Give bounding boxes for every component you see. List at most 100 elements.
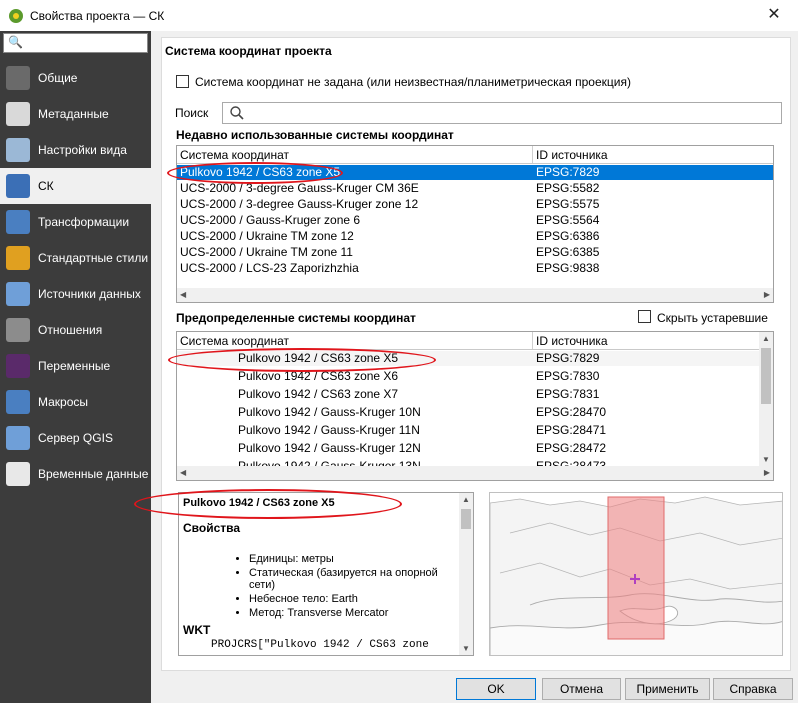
crs-id-cell: EPSG:7830 <box>536 369 600 383</box>
help-button[interactable]: Справка <box>713 678 793 700</box>
table-row[interactable]: UCS-2000 / LCS-23 Zaporizhzhia EPSG:9838 <box>177 261 773 276</box>
globe-icon <box>6 174 30 198</box>
annotation-oval <box>167 162 343 184</box>
sidebar-item-label: Источники данных <box>38 287 141 301</box>
recent-crs-title: Недавно использованные системы координат <box>176 128 454 142</box>
crs-id-cell: EPSG:9838 <box>536 261 600 275</box>
crs-id-cell: EPSG:6386 <box>536 229 600 243</box>
sidebar-search-input[interactable]: 🔍 <box>3 33 148 53</box>
table-row[interactable]: UCS-2000 / Gauss-Kruger zone 6 EPSG:5564 <box>177 213 773 228</box>
scroll-down-icon[interactable]: ▼ <box>762 455 770 464</box>
table-row[interactable]: UCS-2000 / 3-degree Gauss-Kruger zone 12… <box>177 197 773 212</box>
crs-id-cell: EPSG:7829 <box>536 165 600 179</box>
sidebar-item-label: Сервер QGIS <box>38 431 113 445</box>
scroll-thumb[interactable] <box>761 348 771 404</box>
crs-panel: Система координат проекта Система коорди… <box>134 37 791 671</box>
table-row[interactable]: Pulkovo 1942 / Gauss-Kruger 12N EPSG:2847… <box>177 441 759 456</box>
table-icon <box>6 282 30 306</box>
scroll-up-icon[interactable]: ▲ <box>462 495 470 504</box>
crs-id-cell: EPSG:28473 <box>536 459 607 466</box>
crs-name-cell: Pulkovo 1942 / Gauss-Kruger 11N <box>238 423 420 437</box>
crs-search-input[interactable] <box>222 102 782 124</box>
clock-icon <box>6 462 30 486</box>
sidebar-item[interactable]: Стандартные стили <box>0 240 151 276</box>
sidebar-item[interactable]: Метаданные <box>0 96 151 132</box>
table-row[interactable]: Pulkovo 1942 / Gauss-Kruger 10N EPSG:2847… <box>177 405 759 420</box>
predefined-hscrollbar[interactable]: ◀ ▶ <box>177 466 773 480</box>
sidebar-item[interactable]: Общие <box>0 60 151 96</box>
view-icon <box>6 138 30 162</box>
sidebar-item-label: Трансформации <box>38 215 130 229</box>
scroll-left-icon[interactable]: ◀ <box>180 290 186 299</box>
annotation-oval <box>168 348 436 372</box>
window-title: Свойства проекта — СК <box>30 8 165 23</box>
predefined-vscrollbar[interactable]: ▲ ▼ <box>759 332 773 466</box>
ok-button[interactable]: OK <box>456 678 536 700</box>
info-prop-item: Метод: Transverse Mercator <box>249 607 459 619</box>
extent-map-icon <box>490 493 782 655</box>
scroll-left-icon[interactable]: ◀ <box>180 468 186 477</box>
apply-button[interactable]: Применить <box>625 678 710 700</box>
sidebar-item[interactable]: Трансформации <box>0 204 151 240</box>
scroll-right-icon[interactable]: ▶ <box>764 290 770 299</box>
hide-deprecated-checkbox[interactable] <box>638 310 651 323</box>
info-vscrollbar[interactable]: ▲ ▼ <box>459 493 473 655</box>
globe-grid-icon <box>6 210 30 234</box>
crs-id-cell: EPSG:7831 <box>536 387 600 401</box>
sidebar-item-label: Общие <box>38 71 78 85</box>
crs-name-cell: UCS-2000 / Gauss-Kruger zone 6 <box>180 213 361 227</box>
sidebar-item[interactable]: Переменные <box>0 348 151 384</box>
crs-id-cell: EPSG:5582 <box>536 181 600 195</box>
sidebar: 🔍 Общие Метаданные Настройки вида СК Трансфо… <box>0 31 151 703</box>
info-wkt-text: PROJCRS["Pulkovo 1942 / CS63 zone <box>211 639 429 651</box>
scroll-right-icon[interactable]: ▶ <box>764 468 770 477</box>
crs-id-cell: EPSG:28470 <box>536 405 607 419</box>
crs-name-cell: Pulkovo 1942 / Gauss-Kruger 12N <box>238 441 421 455</box>
brush-icon <box>6 246 30 270</box>
crs-name-cell: Pulkovo 1942 / Gauss-Kruger 13N <box>238 459 421 466</box>
sidebar-item[interactable]: Сервер QGIS <box>0 420 151 456</box>
sidebar-item-label: Отношения <box>38 323 103 337</box>
crs-name-cell: UCS-2000 / Ukraine TM zone 12 <box>180 229 354 243</box>
crs-name-cell: UCS-2000 / 3-degree Gauss-Kruger zone 12 <box>180 197 419 211</box>
crs-name-cell: Pulkovo 1942 / CS63 zone X6 <box>238 369 399 383</box>
search-icon: 🔍 <box>8 35 23 49</box>
tools-icon <box>6 66 30 90</box>
close-button[interactable]: ✕ <box>756 3 792 27</box>
scroll-up-icon[interactable]: ▲ <box>762 334 770 343</box>
recent-hscrollbar[interactable]: ◀ ▶ <box>177 288 773 302</box>
sidebar-item[interactable]: Отношения <box>0 312 151 348</box>
col-crs-header[interactable]: Система координат <box>177 146 533 163</box>
sidebar-item-label: Макросы <box>38 395 89 409</box>
no-crs-checkbox[interactable] <box>176 75 189 88</box>
scroll-thumb[interactable] <box>461 509 471 529</box>
sidebar-item-label: Переменные <box>38 359 111 373</box>
table-row[interactable]: Pulkovo 1942 / Gauss-Kruger 13N EPSG:2847… <box>177 459 759 466</box>
crs-id-cell: EPSG:7829 <box>536 351 600 365</box>
crs-name-cell: UCS-2000 / Ukraine TM zone 11 <box>180 245 353 259</box>
sidebar-item[interactable]: Макросы <box>0 384 151 420</box>
table-row[interactable]: UCS-2000 / Ukraine TM zone 12 EPSG:6386 <box>177 229 773 244</box>
info-prop-item: Небесное тело: Earth <box>249 593 459 605</box>
sidebar-item[interactable]: Источники данных <box>0 276 151 312</box>
table-row[interactable]: UCS-2000 / Ukraine TM zone 11 EPSG:6385 <box>177 245 773 260</box>
crs-id-cell: EPSG:5564 <box>536 213 600 227</box>
no-crs-label: Система координат не задана (или неизвес… <box>195 75 631 89</box>
cancel-button[interactable]: Отмена <box>542 678 621 700</box>
sidebar-item-label: Стандартные стили <box>38 251 149 265</box>
macro-icon <box>6 390 30 414</box>
search-label: Поиск <box>175 106 209 120</box>
table-row[interactable]: Pulkovo 1942 / CS63 zone X7 EPSG:7831 <box>177 387 759 402</box>
sidebar-item[interactable]: СК <box>0 168 151 204</box>
crs-id-cell: EPSG:28472 <box>536 441 607 455</box>
info-properties-list: Единицы: метры Статическая (базируется н… <box>249 553 459 621</box>
sidebar-item-label: Метаданные <box>38 107 109 121</box>
scroll-down-icon[interactable]: ▼ <box>462 644 470 653</box>
crs-id-cell: EPSG:5575 <box>536 197 600 211</box>
sidebar-item[interactable]: Временные данные <box>0 456 151 492</box>
table-row[interactable]: Pulkovo 1942 / Gauss-Kruger 11N EPSG:2847… <box>177 423 759 438</box>
crs-extent-map[interactable] <box>489 492 783 656</box>
col-id-header[interactable]: ID источника <box>533 146 773 163</box>
info-properties-heading: Свойства <box>183 521 241 535</box>
sidebar-item[interactable]: Настройки вида <box>0 132 151 168</box>
